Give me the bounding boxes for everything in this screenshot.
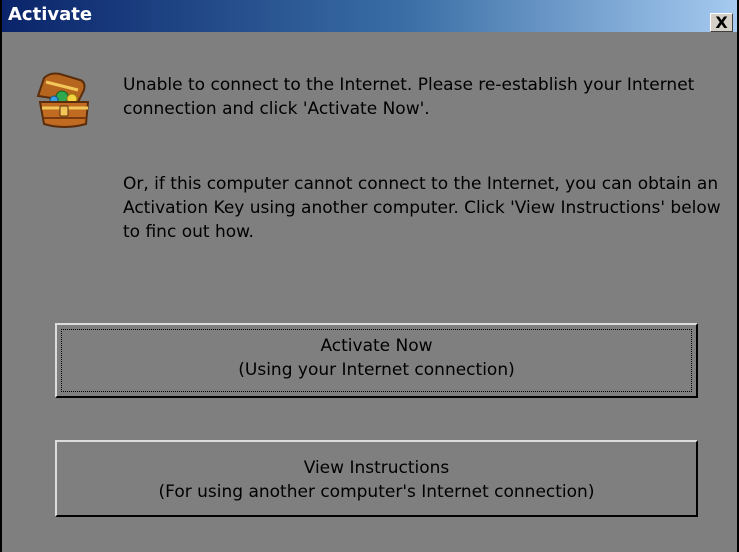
activate-now-button[interactable]: Activate Now (Using your Internet connec… [55,323,698,398]
view-instructions-button[interactable]: View Instructions (For using another com… [55,440,698,517]
view-instructions-sublabel: (For using another computer's Internet c… [158,482,595,502]
close-icon: X [715,13,728,32]
alternate-instructions-message: Or, if this computer cannot connect to t… [123,174,721,242]
title-bar[interactable]: Activate X [2,0,737,32]
treasure-chest-icon [36,72,90,128]
activate-dialog: Activate X Unable to connect to the Inte… [0,0,739,552]
window-title: Activate [8,4,93,25]
activate-now-label: Activate Now [320,336,433,356]
view-instructions-label: View Instructions [303,458,450,478]
activate-now-sublabel: (Using your Internet connection) [238,360,515,380]
connection-error-message: Unable to connect to the Internet. Pleas… [123,75,695,119]
close-button[interactable]: X [710,13,733,32]
